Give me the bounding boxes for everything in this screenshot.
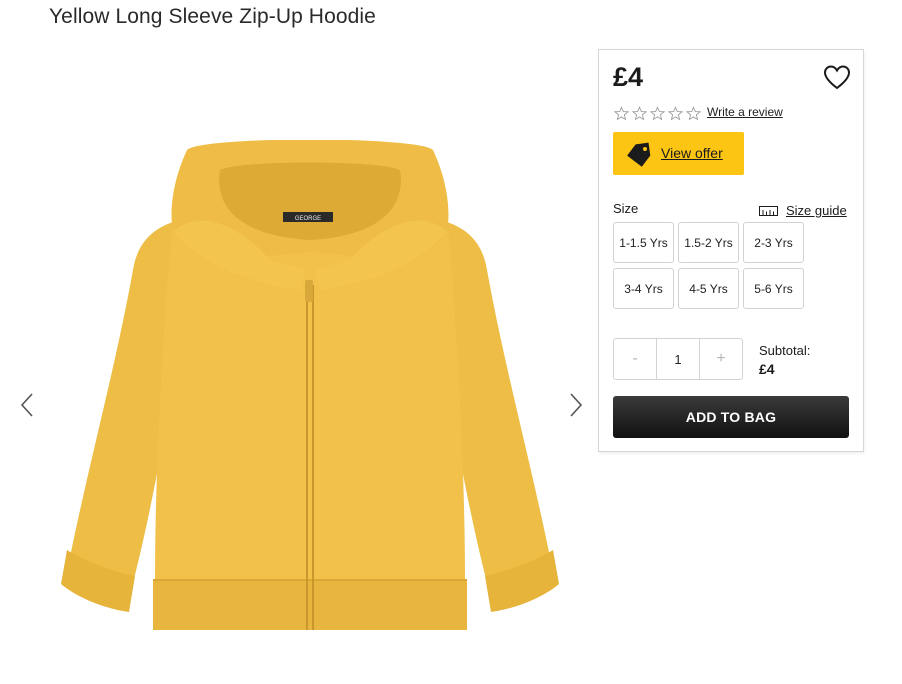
quantity-increase-button[interactable]: + [700, 339, 742, 379]
star-icon [614, 106, 629, 121]
quantity-stepper: - + [613, 338, 743, 380]
subtotal-label: Subtotal: [759, 343, 811, 358]
size-option[interactable]: 4-5 Yrs [678, 268, 739, 309]
write-review-link[interactable]: Write a review [707, 105, 783, 119]
quantity-input[interactable] [656, 339, 700, 379]
view-offer-label: View offer [661, 145, 723, 161]
product-gallery: GEORGE [0, 40, 600, 684]
size-option[interactable]: 5-6 Yrs [743, 268, 804, 309]
price-tag-icon [627, 142, 651, 167]
size-option[interactable]: 2-3 Yrs [743, 222, 804, 263]
star-icon [632, 106, 647, 121]
size-options: 1-1.5 Yrs 1.5-2 Yrs 2-3 Yrs 3-4 Yrs 4-5 … [613, 222, 805, 309]
size-guide-link[interactable]: Size guide [759, 203, 847, 218]
rating-stars [614, 106, 701, 121]
star-icon [650, 106, 665, 121]
size-option[interactable]: 3-4 Yrs [613, 268, 674, 309]
size-label: Size [613, 201, 639, 216]
heart-icon[interactable] [823, 64, 851, 92]
product-title: Yellow Long Sleeve Zip-Up Hoodie [49, 5, 376, 28]
star-icon [668, 106, 683, 121]
gallery-next-button[interactable] [565, 388, 587, 422]
size-guide-label: Size guide [786, 203, 847, 218]
quantity-decrease-button[interactable]: - [614, 339, 656, 379]
view-offer-button[interactable]: View offer [613, 132, 744, 175]
ruler-icon [759, 205, 778, 216]
add-to-bag-button[interactable]: ADD TO BAG [613, 396, 849, 438]
product-image: GEORGE [61, 140, 559, 630]
buy-box: £4 Write a review View offer Size Size g… [598, 49, 864, 452]
gallery-prev-button[interactable] [16, 388, 38, 422]
size-option[interactable]: 1-1.5 Yrs [613, 222, 674, 263]
price: £4 [613, 62, 644, 92]
chevron-right-icon [570, 393, 583, 417]
garment-label: GEORGE [295, 216, 321, 222]
star-icon [686, 106, 701, 121]
subtotal-value: £4 [759, 361, 775, 377]
chevron-left-icon [20, 393, 33, 417]
size-option[interactable]: 1.5-2 Yrs [678, 222, 739, 263]
